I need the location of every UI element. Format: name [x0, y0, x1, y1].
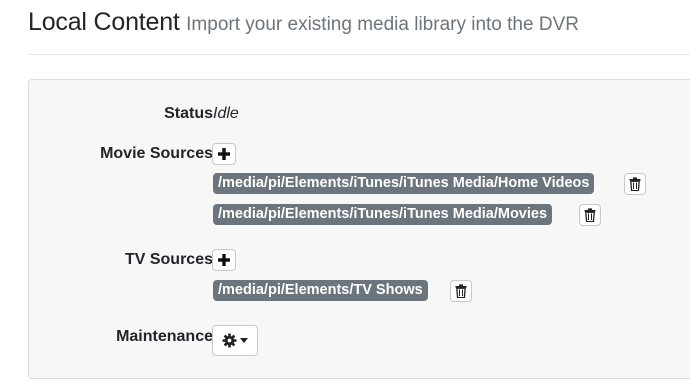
- tv-sources-label: TV Sources: [124, 251, 213, 268]
- tv-source-path: /media/pi/Elements/TV Shows: [213, 280, 428, 301]
- plus-icon: [217, 253, 231, 267]
- movie-sources-label: Movie Sources: [100, 145, 213, 162]
- maintenance-menu-button[interactable]: [212, 325, 258, 356]
- add-movie-source-button[interactable]: [212, 143, 236, 165]
- page-subtitle: Import your existing media library into …: [186, 14, 579, 35]
- remove-movie-source-button[interactable]: [579, 204, 601, 226]
- trash-icon: [584, 208, 596, 222]
- add-tv-source-button[interactable]: [212, 249, 236, 271]
- movie-source-path: /media/pi/Elements/iTunes/iTunes Media/M…: [213, 204, 553, 225]
- status-value: Idle: [213, 105, 239, 122]
- maintenance-label: Maintenance: [116, 328, 213, 345]
- gear-icon: [222, 333, 237, 348]
- movie-source-path: /media/pi/Elements/iTunes/iTunes Media/H…: [213, 173, 595, 194]
- page-title: Local Content Import your existing media…: [28, 8, 579, 37]
- header-divider: [28, 54, 690, 55]
- status-label: Status: [164, 105, 213, 122]
- caret-down-icon: [240, 338, 248, 343]
- trash-icon: [455, 284, 467, 298]
- trash-icon: [629, 177, 641, 191]
- local-content-panel: Status Idle Movie Sources /media/pi/Elem…: [28, 79, 690, 379]
- plus-icon: [217, 147, 231, 161]
- remove-tv-source-button[interactable]: [450, 280, 472, 302]
- page-title-main: Local Content: [28, 8, 180, 36]
- remove-movie-source-button[interactable]: [624, 173, 646, 195]
